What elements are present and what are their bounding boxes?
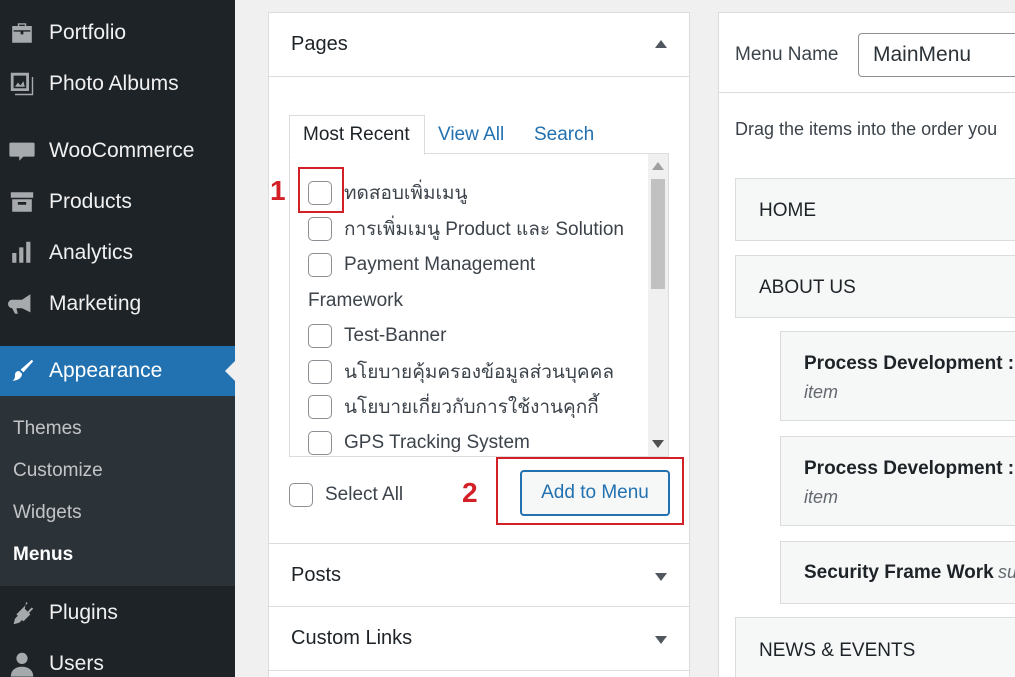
accordion-title: Custom Links (291, 627, 413, 649)
menu-structure-panel: Menu Name Drag the items into the order … (718, 12, 1015, 677)
list-item[interactable]: Payment Management (308, 250, 535, 280)
sidebar-item-label: Plugins (49, 601, 118, 624)
page-title: GPS Tracking System (344, 432, 530, 453)
menu-item-title: Security Frame Work (804, 562, 994, 583)
menu-item-title: Process Development : C (804, 353, 1015, 374)
expand-arrow-icon (655, 573, 667, 581)
page-title-continued: Framework (308, 290, 404, 311)
sidebar-item-photo-albums[interactable]: Photo Albums (0, 59, 235, 109)
page-checkbox[interactable] (308, 360, 332, 384)
menu-item-process-development-a[interactable]: Process Development : A item (780, 436, 1015, 526)
sidebar-item-products[interactable]: Products (0, 177, 235, 227)
submenu-item-widgets[interactable]: Widgets (13, 502, 82, 524)
menu-item-title: HOME (759, 200, 816, 221)
sidebar-item-label: Analytics (49, 241, 134, 264)
page-title: นโยบายเกี่ยวกับการใช้งานคุกกี้ (344, 397, 599, 418)
accordion-title: Pages (291, 33, 348, 55)
menu-item-type: item (804, 382, 839, 402)
woocommerce-icon (7, 136, 37, 166)
sidebar-item-label: Products (49, 190, 132, 213)
menu-item-home[interactable]: HOME (735, 178, 1015, 241)
photo-albums-icon (7, 69, 37, 99)
annotation-box-1 (298, 167, 344, 213)
list-item[interactable]: GPS Tracking System (308, 428, 530, 456)
menu-item-type: item (804, 487, 839, 507)
page-checkbox[interactable] (308, 324, 332, 348)
expand-arrow-icon (655, 636, 667, 644)
submenu-item-menus[interactable]: Menus (13, 544, 73, 566)
appearance-submenu: Themes Customize Widgets Menus (0, 396, 235, 586)
list-item[interactable]: การเพิ่มเมนู Product และ Solution (308, 214, 624, 244)
sidebar-item-marketing[interactable]: Marketing (0, 279, 235, 329)
list-scrollbar[interactable] (648, 154, 668, 456)
page-title: การเพิ่มเมนู Product และ Solution (344, 219, 624, 240)
menu-name-input[interactable] (858, 33, 1015, 77)
page-checkbox[interactable] (308, 253, 332, 277)
menu-item-security-frame-work[interactable]: Security Frame Work su (780, 541, 1015, 604)
menu-item-title: NEWS & EVENTS (759, 640, 916, 661)
sidebar-item-label: Portfolio (49, 21, 127, 44)
plugin-icon (7, 598, 37, 628)
admin-sidebar: Portfolio Photo Albums WooCommerce Produ… (0, 0, 235, 677)
tab-view-all[interactable]: View All (438, 115, 504, 155)
submenu-item-themes[interactable]: Themes (13, 418, 82, 440)
select-all-checkbox[interactable] (289, 483, 313, 507)
scroll-down-arrow-icon[interactable] (652, 440, 664, 448)
accordion-custom-links-header[interactable]: Custom Links (269, 607, 689, 671)
annotation-box-2 (496, 457, 684, 525)
submenu-item-customize[interactable]: Customize (13, 460, 103, 482)
tab-search[interactable]: Search (534, 115, 594, 155)
select-all[interactable]: Select All (289, 483, 403, 507)
drag-instructions: Drag the items into the order you (735, 119, 998, 139)
collapse-arrow-icon (655, 40, 667, 48)
page-checkbox[interactable] (308, 395, 332, 419)
menu-item-process-development-c[interactable]: Process Development : C item (780, 331, 1015, 421)
sidebar-item-label: Appearance (49, 359, 163, 382)
megaphone-icon (7, 289, 37, 319)
menu-name-label: Menu Name (735, 44, 839, 65)
page-checkbox[interactable] (308, 217, 332, 241)
sidebar-item-label: Marketing (49, 292, 142, 315)
products-icon (7, 187, 37, 217)
scroll-thumb[interactable] (651, 179, 665, 289)
scroll-up-arrow-icon[interactable] (652, 162, 664, 170)
annotation-number-1: 1 (270, 175, 286, 206)
annotation-number-2: 2 (462, 477, 478, 508)
accordion-title: Posts (291, 563, 342, 586)
list-item[interactable]: นโยบายเกี่ยวกับการใช้งานคุกกี้ (308, 392, 599, 422)
sidebar-item-appearance[interactable]: Appearance (0, 346, 235, 396)
page-title: นโยบายคุ้มครองข้อมูลส่วนบุคคล (344, 362, 614, 383)
page-checkbox[interactable] (308, 431, 332, 455)
pages-checklist: ทดสอบเพิ่มเมนู การเพิ่มเมนู Product และ … (289, 153, 669, 457)
accordion-pages-header[interactable]: Pages (269, 13, 689, 77)
menu-item-news-events[interactable]: NEWS & EVENTS (735, 617, 1015, 677)
add-menu-items-panel: Pages Most Recent View All Search ทดสอบเ… (268, 12, 690, 677)
menu-item-title: ABOUT US (759, 277, 856, 298)
list-item[interactable]: นโยบายคุ้มครองข้อมูลส่วนบุคคล (308, 357, 614, 387)
current-menu-arrow (225, 361, 235, 381)
list-item[interactable]: Test-Banner (308, 321, 446, 351)
page-title: ทดสอบเพิ่มเมนู (344, 183, 468, 204)
menu-item-title: Process Development : A (804, 458, 1015, 479)
analytics-icon (7, 238, 37, 268)
paintbrush-icon (7, 356, 37, 386)
sidebar-item-plugins[interactable]: Plugins (0, 588, 235, 638)
sidebar-item-label: Users (49, 652, 104, 675)
page-title: Test-Banner (344, 325, 447, 346)
sidebar-item-analytics[interactable]: Analytics (0, 228, 235, 278)
page-title: Payment Management (344, 254, 536, 275)
sidebar-item-label: Photo Albums (49, 72, 179, 95)
portfolio-icon (7, 18, 37, 48)
menu-item-type: su (998, 562, 1015, 582)
users-icon (7, 649, 37, 677)
sidebar-item-woocommerce[interactable]: WooCommerce (0, 126, 235, 176)
tab-most-recent[interactable]: Most Recent (289, 115, 425, 155)
accordion-posts-header[interactable]: Posts (269, 543, 689, 607)
menu-name-row: Menu Name (719, 13, 1015, 93)
select-all-label: Select All (325, 484, 404, 505)
menu-item-about-us[interactable]: ABOUT US (735, 255, 1015, 318)
sidebar-item-portfolio[interactable]: Portfolio (0, 8, 235, 58)
sidebar-item-label: WooCommerce (49, 139, 195, 162)
sidebar-item-users[interactable]: Users (0, 639, 235, 677)
